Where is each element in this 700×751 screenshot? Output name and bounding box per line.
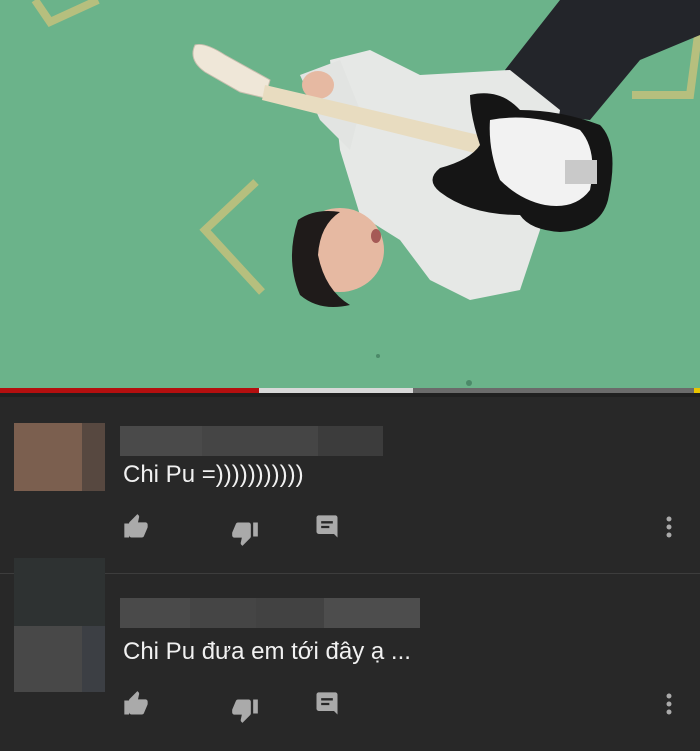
avatar[interactable] — [14, 423, 105, 491]
comment-text: Chi Pu đưa em tới đây ạ ... — [123, 638, 411, 665]
more-vertical-icon[interactable] — [659, 690, 679, 718]
reply-icon[interactable] — [313, 690, 341, 718]
video-frame — [0, 0, 700, 388]
dislike-icon[interactable] — [231, 519, 259, 547]
video-player[interactable] — [0, 0, 700, 388]
like-icon[interactable] — [122, 513, 150, 541]
dislike-icon[interactable] — [231, 696, 259, 724]
comment-item: Chi Pu đưa em tới đây ạ ... — [0, 558, 700, 751]
author-name-redacted[interactable] — [120, 426, 383, 456]
like-icon[interactable] — [122, 690, 150, 718]
more-vertical-icon[interactable] — [659, 513, 679, 541]
author-name-redacted[interactable] — [120, 598, 420, 628]
comment-item: Chi Pu =))))))))))) — [0, 397, 700, 573]
reply-icon[interactable] — [313, 513, 341, 541]
comment-text: Chi Pu =))))))))))) — [123, 461, 304, 488]
avatar[interactable] — [14, 558, 105, 692]
